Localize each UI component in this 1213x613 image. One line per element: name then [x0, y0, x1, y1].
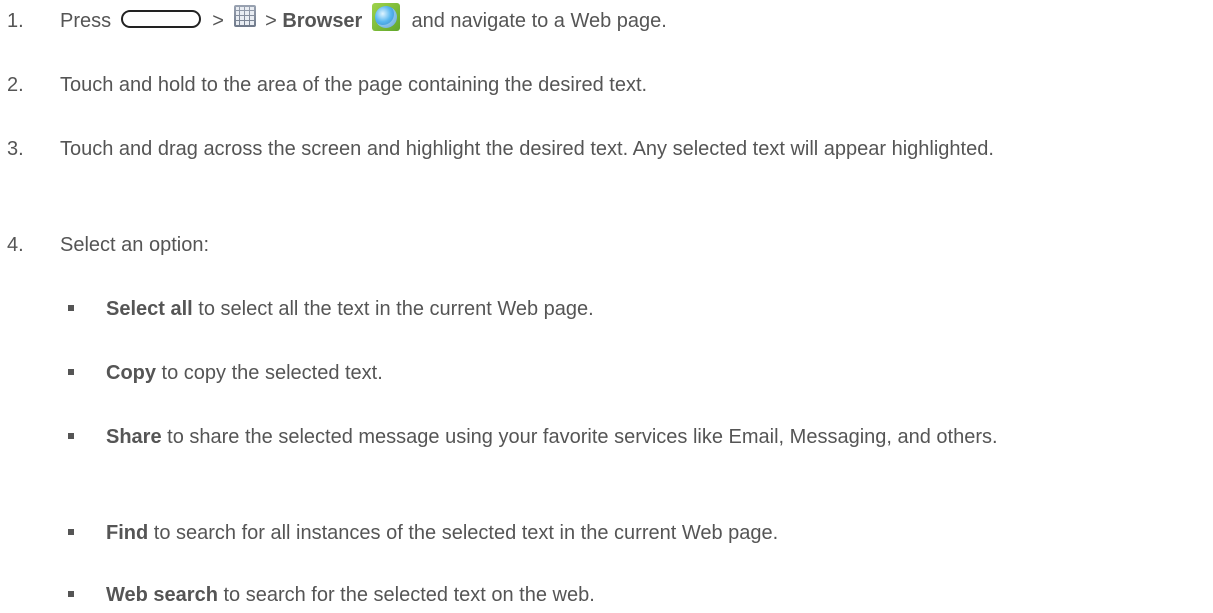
option-text: Share to share the selected message usin… — [106, 420, 1186, 454]
option-description: to search for all instances of the selec… — [148, 522, 779, 544]
apps-grid-icon — [233, 4, 256, 27]
option-name: Copy — [106, 362, 156, 384]
home-key-icon — [120, 9, 201, 28]
browser-globe-icon — [371, 2, 400, 31]
step-number: 2. — [7, 74, 24, 96]
option-name: Web search — [106, 584, 218, 606]
step-number: 3. — [7, 138, 24, 160]
option-text: Select all to select all the text in the… — [106, 292, 1186, 326]
step-text: Press > > Browser and navigate to a Web … — [60, 2, 1180, 38]
browser-label: Browser — [282, 10, 363, 32]
step-number: 1. — [7, 10, 24, 32]
bullet-icon — [68, 591, 74, 597]
separator: > — [265, 10, 277, 32]
option-name: Share — [106, 426, 162, 448]
option-description: to copy the selected text. — [156, 362, 383, 384]
bullet-icon — [68, 433, 74, 439]
option-text: Find to search for all instances of the … — [106, 516, 1186, 550]
option-description: to share the selected message using your… — [161, 426, 998, 448]
document-page: 1. Press > > Browser and navigate to a W… — [0, 0, 1213, 613]
step-number: 4. — [7, 234, 24, 256]
option-text: Copy to copy the selected text. — [106, 356, 1186, 390]
bullet-icon — [68, 305, 74, 311]
step-text-navigate: and navigate to a Web page. — [411, 10, 667, 32]
option-description: to search for the selected text on the w… — [217, 584, 595, 606]
option-name: Select all — [106, 298, 193, 320]
step-text-press: Press — [60, 10, 112, 32]
option-name: Find — [106, 522, 149, 544]
option-text: Web search to search for the selected te… — [106, 578, 1186, 612]
option-description: to select all the text in the current We… — [192, 298, 594, 320]
bullet-icon — [68, 369, 74, 375]
separator: > — [212, 10, 224, 32]
step-text: Select an option: — [60, 234, 209, 256]
step-text: Touch and hold to the area of the page c… — [60, 74, 648, 96]
step-text: Touch and drag across the screen and hig… — [60, 138, 994, 160]
bullet-icon — [68, 529, 74, 535]
